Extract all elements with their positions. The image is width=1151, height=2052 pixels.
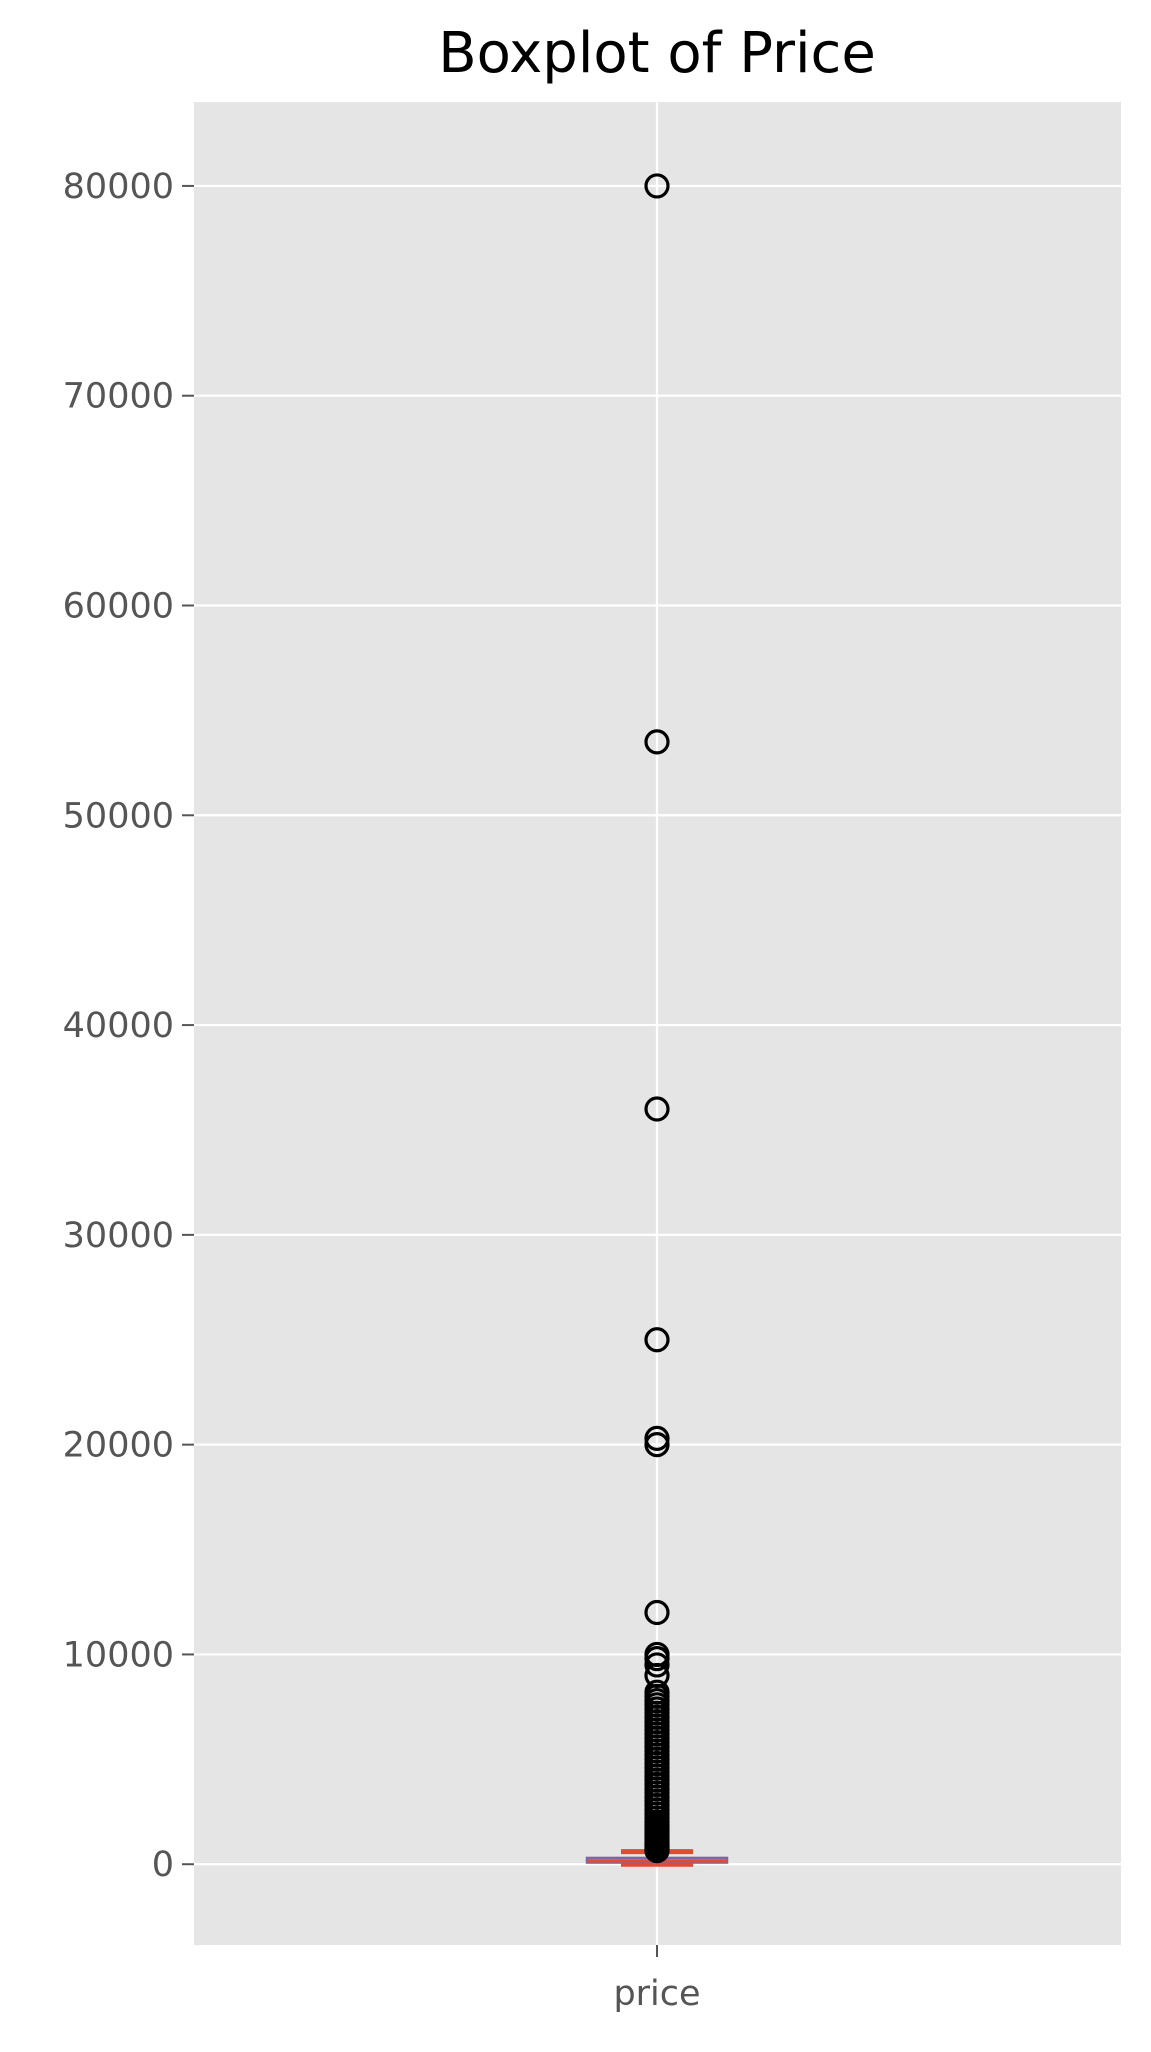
y-tick-label: 10000 [63, 1635, 174, 1675]
chart-figure: Boxplot of Price 0 10000 20000 30000 40000 50… [0, 0, 1151, 2048]
chart-title: Boxplot of Price [438, 21, 876, 86]
y-tick-label: 40000 [63, 1006, 174, 1046]
x-tick-label: price [613, 1974, 700, 2014]
boxplot-chart: Boxplot of Price 0 10000 20000 30000 40000 50… [63, 21, 1121, 2014]
y-tick-label: 60000 [63, 586, 174, 626]
y-tick-label: 70000 [63, 377, 174, 417]
y-tick-label: 80000 [63, 167, 174, 207]
y-tick-label: 30000 [63, 1216, 174, 1256]
y-tick-label: 20000 [63, 1426, 174, 1466]
y-tick-label: 0 [152, 1845, 174, 1885]
y-tick-label: 50000 [63, 796, 174, 836]
